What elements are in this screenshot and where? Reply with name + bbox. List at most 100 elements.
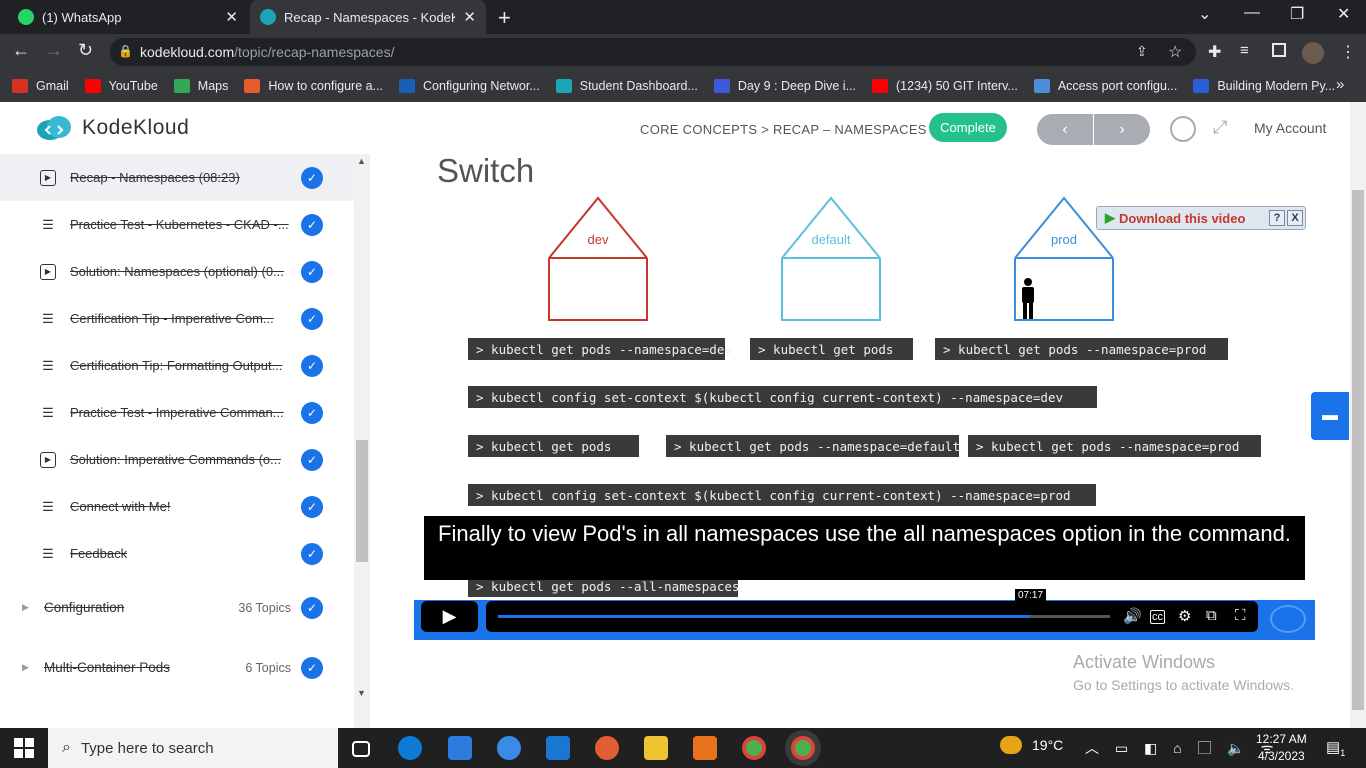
play-button[interactable]: ▶ <box>421 601 478 632</box>
picture-in-picture-icon[interactable]: ⧉ <box>1206 607 1217 624</box>
forward-arrow-icon[interactable]: → <box>45 40 63 61</box>
course-section[interactable]: ▶ Configuration 36 Topics ✓ <box>0 584 354 631</box>
bookmark-item[interactable]: Day 9 : Deep Dive i... <box>713 79 856 93</box>
completed-check-icon[interactable]: ✓ <box>301 401 323 424</box>
lesson-label: Certification Tip - Imperative Com... <box>70 311 274 326</box>
sidebar-scrollbar-thumb[interactable] <box>356 440 368 562</box>
settings-gear-icon[interactable]: ⚙ <box>1178 607 1191 625</box>
complete-button[interactable]: Complete <box>929 113 1007 142</box>
close-tab-icon[interactable]: ✕ <box>463 8 476 26</box>
completed-check-icon[interactable]: ✓ <box>301 166 323 189</box>
completed-check-icon[interactable]: ✓ <box>301 213 323 236</box>
lesson-item[interactable]: ☰ Connect with Me! ✓ <box>0 483 354 530</box>
previous-lesson-button[interactable]: ‹ <box>1037 114 1093 145</box>
minimize-icon[interactable]: — <box>1244 4 1260 22</box>
weather-temp: 19°C <box>1032 737 1064 753</box>
help-icon[interactable]: ? <box>1269 210 1285 226</box>
completed-check-icon[interactable]: ✓ <box>301 260 323 283</box>
video-caption: Finally to view Pod's in all namespaces … <box>424 516 1305 580</box>
chrome-active-icon[interactable] <box>791 736 815 760</box>
task-view-icon[interactable] <box>352 741 370 757</box>
lesson-item[interactable]: ☰ Certification Tip - Imperative Com... ✓ <box>0 295 354 342</box>
completed-check-icon[interactable]: ✓ <box>301 495 323 518</box>
tab-search-chevron-icon[interactable]: ⌄ <box>1198 4 1211 24</box>
notifications-icon[interactable]: ▤1 <box>1326 738 1345 758</box>
address-bar[interactable]: kodekloud.com/topic/recap-namespaces/ <box>110 38 1196 66</box>
chat-bubble-icon[interactable]: ▬ <box>1311 392 1349 440</box>
expand-triangle-icon[interactable]: ▶ <box>22 602 29 613</box>
menu-icon[interactable]: ⋮ <box>1340 42 1356 62</box>
taskbar-clock[interactable]: 12:27 AM 4/3/2023 <box>1256 731 1307 765</box>
completed-check-icon[interactable]: ✓ <box>301 307 323 330</box>
close-window-icon[interactable]: ✕ <box>1337 4 1350 24</box>
course-section[interactable]: ▶ Multi-Container Pods 6 Topics ✓ <box>0 644 354 691</box>
breadcrumb[interactable]: CORE CONCEPTS > RECAP – NAMESPACES <box>640 122 927 137</box>
tab-kodekloud[interactable]: Recap - Namespaces - KodeKloud ✕ <box>250 0 486 34</box>
page-scrollbar-thumb[interactable] <box>1352 190 1364 710</box>
close-icon[interactable]: X <box>1287 210 1303 226</box>
new-tab-button[interactable]: + <box>498 5 511 31</box>
app-icon[interactable] <box>595 736 619 760</box>
download-video-button[interactable]: ▶ Download this video ? X <box>1096 206 1306 230</box>
completed-check-icon[interactable]: ✓ <box>301 354 323 377</box>
file-explorer-icon[interactable] <box>644 736 668 760</box>
bookmarks-bar: Gmail YouTube Maps How to configure a... Con… <box>0 70 1366 102</box>
completed-check-icon[interactable]: ✓ <box>301 542 323 565</box>
lesson-item[interactable]: ▶ Recap - Namespaces (08:23) ✓ <box>0 154 354 201</box>
lesson-item[interactable]: ▶ Solution: Imperative Commands (o... ✓ <box>0 436 354 483</box>
reload-icon[interactable]: ↻ <box>78 40 93 61</box>
expand-triangle-icon[interactable]: ▶ <box>22 662 29 673</box>
media-queue-icon[interactable]: ≡ <box>1240 42 1249 59</box>
settings-app-icon[interactable] <box>693 736 717 760</box>
edge-icon[interactable] <box>398 736 422 760</box>
my-account-link[interactable]: My Account <box>1254 120 1326 136</box>
bookmark-item[interactable]: Building Modern Py... <box>1193 79 1335 93</box>
windows-start-icon[interactable] <box>14 738 34 758</box>
bookmark-item[interactable]: Maps <box>173 79 228 93</box>
mail-icon[interactable] <box>546 736 570 760</box>
completed-check-icon[interactable]: ✓ <box>301 656 323 679</box>
bookmark-item[interactable]: Configuring Networ... <box>399 79 540 93</box>
restore-icon[interactable]: ❐ <box>1290 4 1304 24</box>
completed-check-icon[interactable]: ✓ <box>301 596 323 619</box>
bookmark-item[interactable]: Student Dashboard... <box>555 79 698 93</box>
bookmark-item[interactable]: YouTube <box>84 79 158 93</box>
bookmark-item[interactable]: Gmail <box>12 79 69 93</box>
chrome-icon[interactable] <box>742 736 766 760</box>
bookmark-label: Student Dashboard... <box>579 79 698 93</box>
expand-icon[interactable]: ⤢ <box>1213 117 1227 138</box>
lesson-item[interactable]: ▶ Solution: Namespaces (optional) (0... ✓ <box>0 248 354 295</box>
side-panel-icon[interactable] <box>1272 43 1286 57</box>
skype-icon[interactable] <box>497 736 521 760</box>
weather-widget[interactable]: 19°C <box>1000 736 1063 754</box>
dark-mode-toggle-icon[interactable] <box>1170 116 1196 142</box>
back-arrow-icon[interactable]: ← <box>12 40 30 61</box>
bookmark-item[interactable]: Access port configu... <box>1033 79 1177 93</box>
scroll-down-arrow-icon[interactable]: ▼ <box>357 688 366 698</box>
lesson-item[interactable]: ☰ Practice Test - Kubernetes - CKAD -... ✓ <box>0 201 354 248</box>
share-icon[interactable]: ⇪ <box>1136 43 1148 60</box>
bookmark-item[interactable]: (1234) 50 GIT Interv... <box>872 79 1018 93</box>
fullscreen-icon[interactable]: ⛶ <box>1235 607 1246 624</box>
close-tab-icon[interactable]: ✕ <box>225 8 238 26</box>
completed-check-icon[interactable]: ✓ <box>301 448 323 471</box>
next-lesson-button[interactable]: › <box>1094 114 1150 145</box>
bookmark-favicon-icon <box>84 79 101 93</box>
extensions-icon[interactable]: ✚ <box>1208 42 1221 62</box>
more-bookmarks-icon[interactable]: » <box>1336 76 1344 93</box>
tab-whatsapp[interactable]: (1) WhatsApp ✕ <box>8 0 248 34</box>
volume-icon[interactable]: 🔊 <box>1123 607 1142 625</box>
captions-icon[interactable]: cc <box>1150 610 1165 624</box>
lesson-item[interactable]: ☰ Feedback ✓ <box>0 530 354 577</box>
bookmark-star-icon[interactable]: ☆ <box>1168 42 1182 62</box>
profile-avatar[interactable] <box>1302 42 1324 64</box>
lesson-item[interactable]: ☰ Practice Test - Imperative Comman... ✓ <box>0 389 354 436</box>
lock-icon[interactable]: 🔒 <box>118 44 133 58</box>
lesson-item[interactable]: ☰ Certification Tip: Formatting Output...… <box>0 342 354 389</box>
taskbar-search-box[interactable]: ⌕ Type here to search <box>48 728 338 768</box>
system-tray-icons[interactable]: ︿ ▭ ◧ ⌂ ▢ 🔈 ᯤ <box>1085 738 1279 758</box>
kodekloud-logo[interactable]: KodeKloud <box>34 114 189 142</box>
scroll-up-arrow-icon[interactable]: ▲ <box>357 156 366 166</box>
store-icon[interactable] <box>448 736 472 760</box>
bookmark-item[interactable]: How to configure a... <box>244 79 383 93</box>
